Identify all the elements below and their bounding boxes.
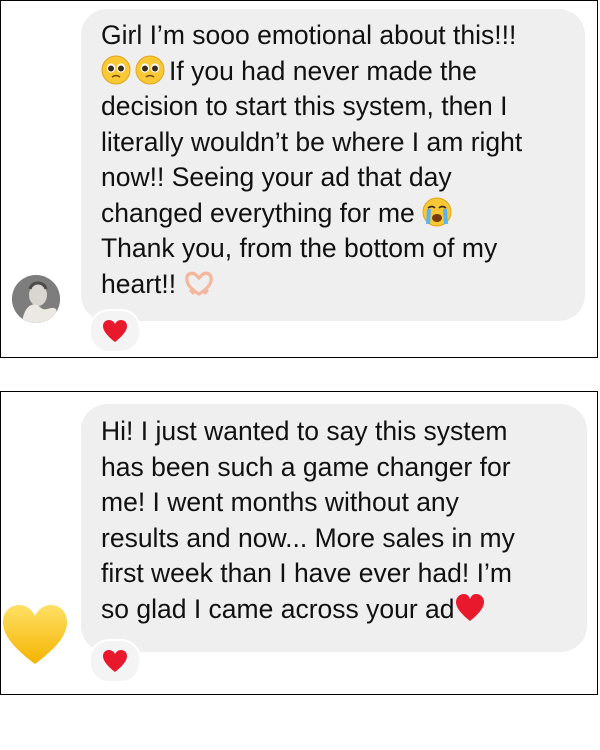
heart-hands-icon bbox=[184, 268, 214, 298]
message-line: If you had never made the bbox=[169, 55, 477, 86]
reaction-badge[interactable] bbox=[89, 639, 141, 683]
reaction-badge[interactable] bbox=[89, 309, 141, 353]
message-line: me! I went months without any bbox=[101, 487, 459, 517]
message-line: literally wouldn’t be where I am right bbox=[101, 126, 523, 157]
avatar[interactable] bbox=[12, 275, 60, 323]
crying-face-icon bbox=[422, 197, 452, 227]
message-line: Girl I’m sooo emotional about this!!! bbox=[101, 20, 517, 50]
message-line: has been such a game changer for bbox=[101, 451, 511, 482]
message-bubble: Girl I’m sooo emotional about this!!! If… bbox=[81, 9, 585, 321]
message-line: results and now... More sales in my bbox=[101, 522, 515, 553]
message-bubble: Hi! I just wanted to say this system has… bbox=[81, 404, 587, 652]
message-line: Hi! I just wanted to say this system bbox=[101, 416, 508, 446]
message-line: Thank you, from the bottom of my bbox=[101, 233, 498, 263]
message-line: decision to start this system, then I bbox=[101, 91, 508, 121]
message-line: first week than I have ever had! I’m bbox=[101, 558, 512, 588]
red-heart-icon bbox=[455, 593, 485, 623]
message-line: heart!! bbox=[101, 268, 177, 299]
pleading-face-icon bbox=[135, 55, 165, 85]
red-heart-icon bbox=[103, 650, 127, 672]
message-line: now!! Seeing your ad that day bbox=[101, 162, 452, 192]
red-heart-icon bbox=[103, 320, 127, 342]
message-card-2: Hi! I just wanted to say this system has… bbox=[0, 391, 598, 695]
message-line: so glad I came across your ad bbox=[101, 593, 455, 624]
message-line: changed everything for me bbox=[101, 197, 415, 228]
message-card-1: Girl I’m sooo emotional about this!!! If… bbox=[0, 0, 598, 358]
pleading-face-icon bbox=[101, 55, 131, 85]
yellow-heart-icon bbox=[1, 602, 69, 666]
